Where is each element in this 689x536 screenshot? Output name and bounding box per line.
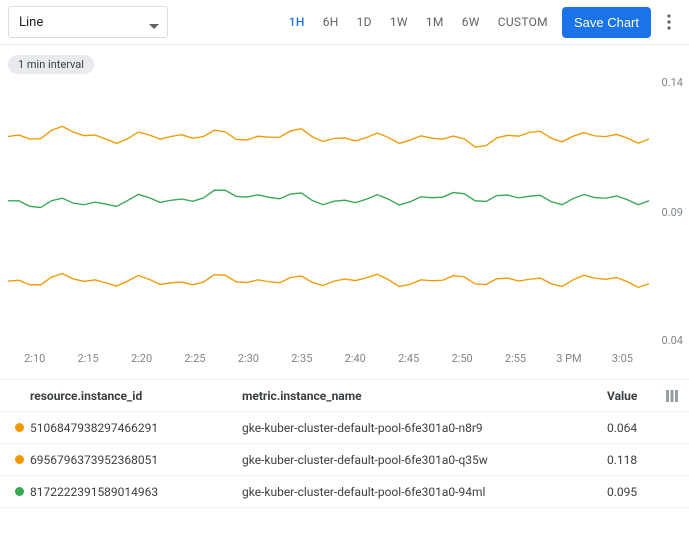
table-row[interactable]: 5106847938297466291gke-kuber-cluster-def…: [0, 412, 689, 444]
cell-value: 0.118: [607, 453, 663, 467]
chip-row: 1 min interval: [0, 45, 689, 78]
cell-instance-name: gke-kuber-cluster-default-pool-6fe301a0-…: [242, 453, 607, 467]
x-axis-ticks: 2:102:152:202:252:302:352:402:452:502:55…: [0, 352, 689, 365]
cell-instance-id: 6956796373952368051: [30, 453, 242, 467]
col-header-name[interactable]: metric.instance_name: [242, 389, 607, 403]
col-header-value[interactable]: Value: [607, 389, 663, 403]
legend-table: resource.instance_id metric.instance_nam…: [0, 379, 689, 508]
cell-value: 0.064: [607, 421, 663, 435]
x-tick: 2:40: [329, 352, 382, 365]
series-line: [8, 274, 649, 288]
cell-instance-name: gke-kuber-cluster-default-pool-6fe301a0-…: [242, 421, 607, 435]
chart-type-value: Line: [19, 15, 43, 30]
x-tick: 2:45: [382, 352, 435, 365]
x-tick: 2:10: [8, 352, 61, 365]
chart-area: 0.14 0.09 0.04: [0, 78, 689, 346]
series-color-dot: [15, 455, 24, 464]
y-tick: 0.04: [662, 334, 683, 347]
cell-value: 0.095: [607, 485, 663, 499]
cell-instance-id: 5106847938297466291: [30, 421, 242, 435]
series-color-dot: [15, 487, 24, 496]
y-tick: 0.14: [662, 76, 683, 89]
interval-chip[interactable]: 1 min interval: [8, 55, 94, 74]
time-range-1w[interactable]: 1W: [382, 9, 416, 35]
chevron-down-icon: [149, 19, 159, 34]
more-options-button[interactable]: [657, 6, 681, 38]
toolbar: Line 1H6H1D1W1M6WCUSTOM Save Chart: [0, 0, 689, 45]
time-range-6w[interactable]: 6W: [454, 9, 488, 35]
x-tick: 2:20: [115, 352, 168, 365]
save-chart-button[interactable]: Save Chart: [562, 7, 651, 38]
time-range-group: 1H6H1D1W1M6WCUSTOM: [281, 9, 556, 35]
x-tick: 2:50: [435, 352, 488, 365]
time-range-1h[interactable]: 1H: [281, 9, 313, 35]
x-tick: 2:25: [168, 352, 221, 365]
col-header-id[interactable]: resource.instance_id: [30, 389, 242, 403]
series-color-dot: [15, 423, 24, 432]
chart-type-select[interactable]: Line: [8, 6, 168, 38]
line-chart: [8, 78, 649, 346]
x-tick: 2:15: [61, 352, 114, 365]
time-range-1m[interactable]: 1M: [418, 9, 452, 35]
columns-icon: [666, 390, 678, 402]
cell-instance-id: 8172222391589014963: [30, 485, 242, 499]
x-tick: 2:55: [489, 352, 542, 365]
y-tick: 0.09: [662, 206, 683, 219]
series-line: [8, 126, 649, 147]
series-line: [8, 190, 649, 207]
x-tick: 3 PM: [542, 352, 595, 365]
time-range-6h[interactable]: 6H: [315, 9, 347, 35]
time-range-custom[interactable]: CUSTOM: [490, 9, 556, 35]
x-tick: 2:30: [222, 352, 275, 365]
x-tick: 3:05: [596, 352, 649, 365]
kebab-icon: [667, 14, 671, 30]
cell-instance-name: gke-kuber-cluster-default-pool-6fe301a0-…: [242, 485, 607, 499]
column-settings-button[interactable]: [663, 390, 681, 402]
x-tick: 2:35: [275, 352, 328, 365]
table-row[interactable]: 6956796373952368051gke-kuber-cluster-def…: [0, 444, 689, 476]
time-range-1d[interactable]: 1D: [349, 9, 380, 35]
legend-header: resource.instance_id metric.instance_nam…: [0, 380, 689, 412]
table-row[interactable]: 8172222391589014963gke-kuber-cluster-def…: [0, 476, 689, 508]
